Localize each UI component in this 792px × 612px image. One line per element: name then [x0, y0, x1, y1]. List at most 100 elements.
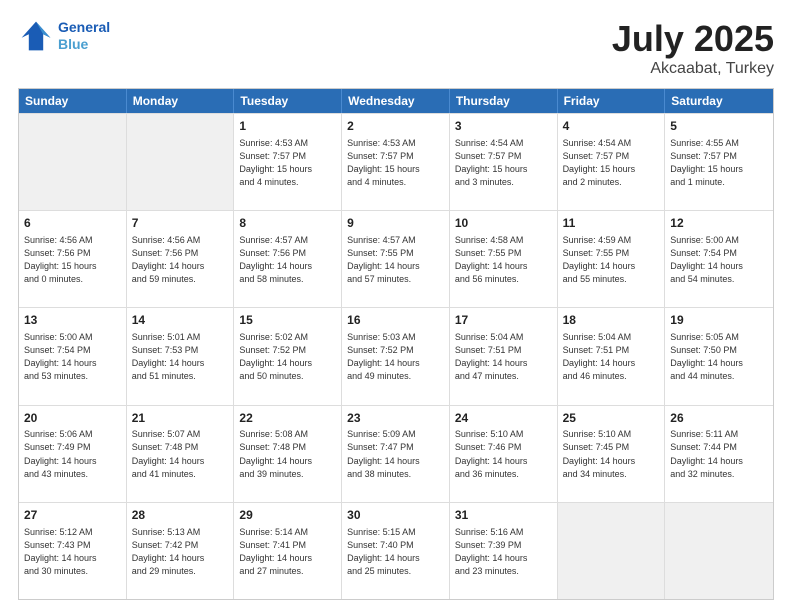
calendar-cell: [127, 114, 235, 210]
calendar-cell: 8 Sunrise: 4:57 AM Sunset: 7:56 PM Daylig…: [234, 211, 342, 307]
logo-general: General: [58, 19, 110, 35]
day-info: Sunrise: 5:10 AM Sunset: 7:45 PM Dayligh…: [563, 428, 660, 480]
day-info: Sunrise: 5:05 AM Sunset: 7:50 PM Dayligh…: [670, 331, 768, 383]
calendar-cell: 18Sunrise: 5:04 AM Sunset: 7:51 PM Dayli…: [558, 308, 666, 404]
day-number: 13: [24, 312, 121, 329]
day-number: 26: [670, 410, 768, 427]
calendar-row-4: 20Sunrise: 5:06 AM Sunset: 7:49 PM Dayli…: [19, 405, 773, 502]
day-number: 15: [239, 312, 336, 329]
calendar-cell: 24Sunrise: 5:10 AM Sunset: 7:46 PM Dayli…: [450, 406, 558, 502]
calendar-cell: 31 Sunrise: 5:16 AM Sunset: 7:39 PM Dayli…: [450, 503, 558, 599]
calendar-cell: 26Sunrise: 5:11 AM Sunset: 7:44 PM Dayli…: [665, 406, 773, 502]
day-info: Sunrise: 5:03 AM Sunset: 7:52 PM Dayligh…: [347, 331, 444, 383]
calendar-cell: 13 Sunrise: 5:00 AM Sunset: 7:54 PM Dayli…: [19, 308, 127, 404]
calendar: SundayMondayTuesdayWednesdayThursdayFrid…: [18, 88, 774, 600]
calendar-cell: 22Sunrise: 5:08 AM Sunset: 7:48 PM Dayli…: [234, 406, 342, 502]
calendar-cell: 5 Sunrise: 4:55 AM Sunset: 7:57 PM Daylig…: [665, 114, 773, 210]
logo-text: General Blue: [58, 19, 110, 53]
calendar-cell: 1Sunrise: 4:53 AM Sunset: 7:57 PM Daylig…: [234, 114, 342, 210]
day-number: 14: [132, 312, 229, 329]
calendar-body: 1Sunrise: 4:53 AM Sunset: 7:57 PM Daylig…: [19, 113, 773, 599]
day-number: 17: [455, 312, 552, 329]
weekday-header-tuesday: Tuesday: [234, 89, 342, 113]
day-number: 7: [132, 215, 229, 232]
day-info: Sunrise: 5:00 AM Sunset: 7:54 PM Dayligh…: [24, 331, 121, 383]
day-info: Sunrise: 4:59 AM Sunset: 7:55 PM Dayligh…: [563, 234, 660, 286]
weekday-header-sunday: Sunday: [19, 89, 127, 113]
day-info: Sunrise: 4:57 AM Sunset: 7:56 PM Dayligh…: [239, 234, 336, 286]
day-info: Sunrise: 5:10 AM Sunset: 7:46 PM Dayligh…: [455, 428, 552, 480]
calendar-cell: 25Sunrise: 5:10 AM Sunset: 7:45 PM Dayli…: [558, 406, 666, 502]
day-number: 8: [239, 215, 336, 232]
day-info: Sunrise: 5:04 AM Sunset: 7:51 PM Dayligh…: [455, 331, 552, 383]
day-number: 19: [670, 312, 768, 329]
calendar-cell: 21Sunrise: 5:07 AM Sunset: 7:48 PM Dayli…: [127, 406, 235, 502]
page-subtitle: Akcaabat, Turkey: [612, 60, 774, 78]
day-info: Sunrise: 5:11 AM Sunset: 7:44 PM Dayligh…: [670, 428, 768, 480]
day-number: 3: [455, 118, 552, 135]
day-number: 25: [563, 410, 660, 427]
day-number: 6: [24, 215, 121, 232]
day-info: Sunrise: 4:54 AM Sunset: 7:57 PM Dayligh…: [455, 137, 552, 189]
calendar-cell: 17 Sunrise: 5:04 AM Sunset: 7:51 PM Dayli…: [450, 308, 558, 404]
day-info: Sunrise: 4:55 AM Sunset: 7:57 PM Dayligh…: [670, 137, 768, 189]
calendar-cell: 23Sunrise: 5:09 AM Sunset: 7:47 PM Dayli…: [342, 406, 450, 502]
day-number: 20: [24, 410, 121, 427]
calendar-cell: 3 Sunrise: 4:54 AM Sunset: 7:57 PM Daylig…: [450, 114, 558, 210]
day-info: Sunrise: 5:14 AM Sunset: 7:41 PM Dayligh…: [239, 526, 336, 578]
calendar-cell: [665, 503, 773, 599]
calendar-cell: 7 Sunrise: 4:56 AM Sunset: 7:56 PM Daylig…: [127, 211, 235, 307]
day-number: 1: [239, 118, 336, 135]
calendar-cell: 19 Sunrise: 5:05 AM Sunset: 7:50 PM Dayli…: [665, 308, 773, 404]
calendar-cell: 28Sunrise: 5:13 AM Sunset: 7:42 PM Dayli…: [127, 503, 235, 599]
calendar-cell: 15 Sunrise: 5:02 AM Sunset: 7:52 PM Dayli…: [234, 308, 342, 404]
day-info: Sunrise: 4:56 AM Sunset: 7:56 PM Dayligh…: [132, 234, 229, 286]
day-info: Sunrise: 4:57 AM Sunset: 7:55 PM Dayligh…: [347, 234, 444, 286]
calendar-cell: 27 Sunrise: 5:12 AM Sunset: 7:43 PM Dayli…: [19, 503, 127, 599]
day-number: 31: [455, 507, 552, 524]
day-number: 27: [24, 507, 121, 524]
day-info: Sunrise: 5:06 AM Sunset: 7:49 PM Dayligh…: [24, 428, 121, 480]
logo-blue: Blue: [58, 36, 88, 52]
calendar-row-3: 13 Sunrise: 5:00 AM Sunset: 7:54 PM Dayli…: [19, 307, 773, 404]
day-number: 4: [563, 118, 660, 135]
day-info: Sunrise: 5:16 AM Sunset: 7:39 PM Dayligh…: [455, 526, 552, 578]
calendar-header: SundayMondayTuesdayWednesdayThursdayFrid…: [19, 89, 773, 113]
calendar-cell: 9 Sunrise: 4:57 AM Sunset: 7:55 PM Daylig…: [342, 211, 450, 307]
day-info: Sunrise: 5:02 AM Sunset: 7:52 PM Dayligh…: [239, 331, 336, 383]
day-number: 29: [239, 507, 336, 524]
page: General Blue July 2025 Akcaabat, Turkey …: [0, 0, 792, 612]
day-info: Sunrise: 5:01 AM Sunset: 7:53 PM Dayligh…: [132, 331, 229, 383]
day-number: 12: [670, 215, 768, 232]
day-number: 24: [455, 410, 552, 427]
calendar-row-2: 6 Sunrise: 4:56 AM Sunset: 7:56 PM Daylig…: [19, 210, 773, 307]
day-info: Sunrise: 5:04 AM Sunset: 7:51 PM Dayligh…: [563, 331, 660, 383]
title-block: July 2025 Akcaabat, Turkey: [612, 18, 774, 78]
day-info: Sunrise: 4:58 AM Sunset: 7:55 PM Dayligh…: [455, 234, 552, 286]
calendar-cell: 20Sunrise: 5:06 AM Sunset: 7:49 PM Dayli…: [19, 406, 127, 502]
day-number: 30: [347, 507, 444, 524]
calendar-cell: 4Sunrise: 4:54 AM Sunset: 7:57 PM Daylig…: [558, 114, 666, 210]
day-number: 11: [563, 215, 660, 232]
calendar-cell: 2Sunrise: 4:53 AM Sunset: 7:57 PM Daylig…: [342, 114, 450, 210]
day-number: 2: [347, 118, 444, 135]
weekday-header-thursday: Thursday: [450, 89, 558, 113]
day-info: Sunrise: 5:00 AM Sunset: 7:54 PM Dayligh…: [670, 234, 768, 286]
day-number: 5: [670, 118, 768, 135]
logo-icon: [18, 18, 54, 54]
calendar-cell: 6Sunrise: 4:56 AM Sunset: 7:56 PM Daylig…: [19, 211, 127, 307]
day-info: Sunrise: 5:08 AM Sunset: 7:48 PM Dayligh…: [239, 428, 336, 480]
day-info: Sunrise: 5:07 AM Sunset: 7:48 PM Dayligh…: [132, 428, 229, 480]
day-number: 16: [347, 312, 444, 329]
calendar-row-1: 1Sunrise: 4:53 AM Sunset: 7:57 PM Daylig…: [19, 113, 773, 210]
calendar-cell: 29 Sunrise: 5:14 AM Sunset: 7:41 PM Dayli…: [234, 503, 342, 599]
weekday-header-monday: Monday: [127, 89, 235, 113]
calendar-cell: 11 Sunrise: 4:59 AM Sunset: 7:55 PM Dayli…: [558, 211, 666, 307]
calendar-cell: 16 Sunrise: 5:03 AM Sunset: 7:52 PM Dayli…: [342, 308, 450, 404]
day-info: Sunrise: 5:12 AM Sunset: 7:43 PM Dayligh…: [24, 526, 121, 578]
day-info: Sunrise: 5:15 AM Sunset: 7:40 PM Dayligh…: [347, 526, 444, 578]
calendar-cell: 10Sunrise: 4:58 AM Sunset: 7:55 PM Dayli…: [450, 211, 558, 307]
day-number: 9: [347, 215, 444, 232]
weekday-header-saturday: Saturday: [665, 89, 773, 113]
calendar-cell: [19, 114, 127, 210]
